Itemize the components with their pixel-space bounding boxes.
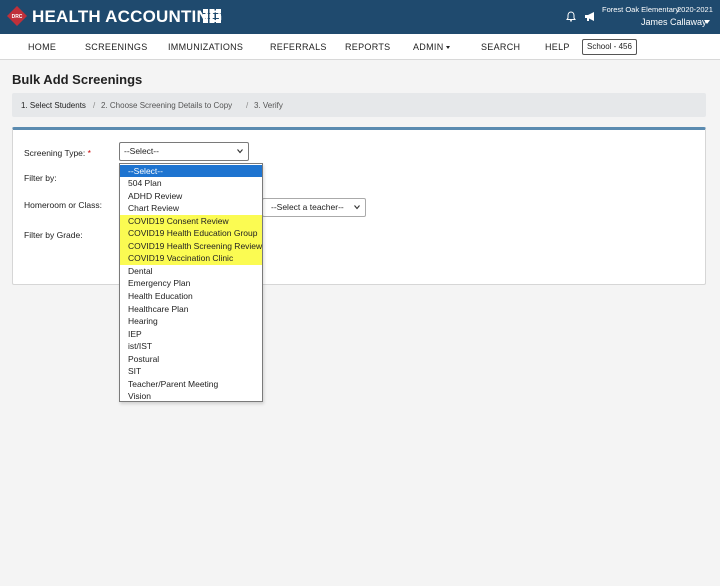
breadcrumb-separator: / [246,101,249,110]
grade-filter-label: Filter by Grade: [24,230,83,240]
dropdown-option[interactable]: Healthcare Plan [120,303,262,316]
logo-text: DRC [12,14,23,20]
teacher-select-value: --Select a teacher-- [271,202,344,212]
screening-type-label: Screening Type: * [24,148,91,158]
bell-icon[interactable] [566,11,576,22]
teacher-select[interactable]: --Select a teacher-- [262,198,366,217]
school-selector-chip[interactable]: School - 456 [582,39,637,55]
screening-type-label-text: Screening Type: [24,148,86,158]
school-name: Forest Oak Elementary [602,5,680,14]
breadcrumb-step-1: 1. Select Students [21,101,86,110]
top-header: DRC HEALTH ACCOUNTING Forest Oak Element… [0,0,720,34]
nav-admin-label: ADMIN [413,42,444,52]
grid-icon[interactable] [203,9,221,23]
breadcrumb-step-3: 3. Verify [254,101,283,110]
screening-type-options[interactable]: --Select-- 504 Plan ADHD Review Chart Revie… [119,163,263,402]
breadcrumb-separator: / [93,101,96,110]
page-title: Bulk Add Screenings [12,72,143,87]
dropdown-option[interactable]: COVID19 Health Education Group [120,227,262,240]
user-menu[interactable]: James Callaway [641,17,707,27]
dropdown-option[interactable]: COVID19 Consent Review [120,214,262,228]
required-mark: * [87,148,91,158]
dropdown-option[interactable]: ist/IST [120,340,262,353]
dropdown-option[interactable]: Postural [120,353,262,366]
homeroom-label: Homeroom or Class: [24,200,102,210]
chevron-down-icon [354,205,360,210]
dropdown-option[interactable]: COVID19 Health Screening Review [120,239,262,253]
chevron-down-icon[interactable] [704,20,710,24]
dropdown-option[interactable]: Hearing [120,315,262,328]
breadcrumb-step-2: 2. Choose Screening Details to Copy [101,101,233,110]
nav-search[interactable]: SEARCH [481,42,520,52]
nav-home[interactable]: HOME [28,42,56,52]
school-year: 2020-2021 [677,5,713,14]
dropdown-option[interactable]: COVID19 Vaccination Clinic [120,252,262,265]
nav-help[interactable]: HELP [545,42,570,52]
nav-immunizations[interactable]: IMMUNIZATIONS [168,42,243,52]
chevron-down-icon [445,46,450,50]
dropdown-option[interactable]: Health Education [120,290,262,303]
nav-referrals[interactable]: REFERRALS [270,42,327,52]
dropdown-option[interactable]: Chart Review [120,202,262,215]
nav-admin[interactable]: ADMIN [413,42,450,52]
dropdown-option[interactable]: SIT [120,365,262,378]
screening-type-select[interactable]: --Select-- [119,142,249,161]
dropdown-option[interactable]: Emergency Plan [120,277,262,290]
dropdown-option[interactable]: 504 Plan [120,177,262,190]
app-title[interactable]: HEALTH ACCOUNTING [32,7,222,27]
dropdown-option[interactable]: Vision [120,390,262,403]
dropdown-option[interactable]: Dental [120,265,262,278]
nav-reports[interactable]: REPORTS [345,42,390,52]
chevron-down-icon [237,149,243,154]
megaphone-icon[interactable] [584,11,596,22]
dropdown-option[interactable]: Teacher/Parent Meeting [120,378,262,391]
dropdown-option[interactable]: --Select-- [120,164,262,177]
filter-by-label: Filter by: [24,173,57,183]
main-nav: HOME SCREENINGS IMMUNIZATIONS REFERRALS … [0,34,720,60]
nav-screenings[interactable]: SCREENINGS [85,42,148,52]
screening-type-value: --Select-- [124,146,159,156]
dropdown-option[interactable]: IEP [120,328,262,341]
drc-logo[interactable]: DRC [6,5,28,27]
breadcrumb: 1. Select Students / 2. Choose Screening… [12,93,706,117]
dropdown-option[interactable]: ADHD Review [120,190,262,203]
